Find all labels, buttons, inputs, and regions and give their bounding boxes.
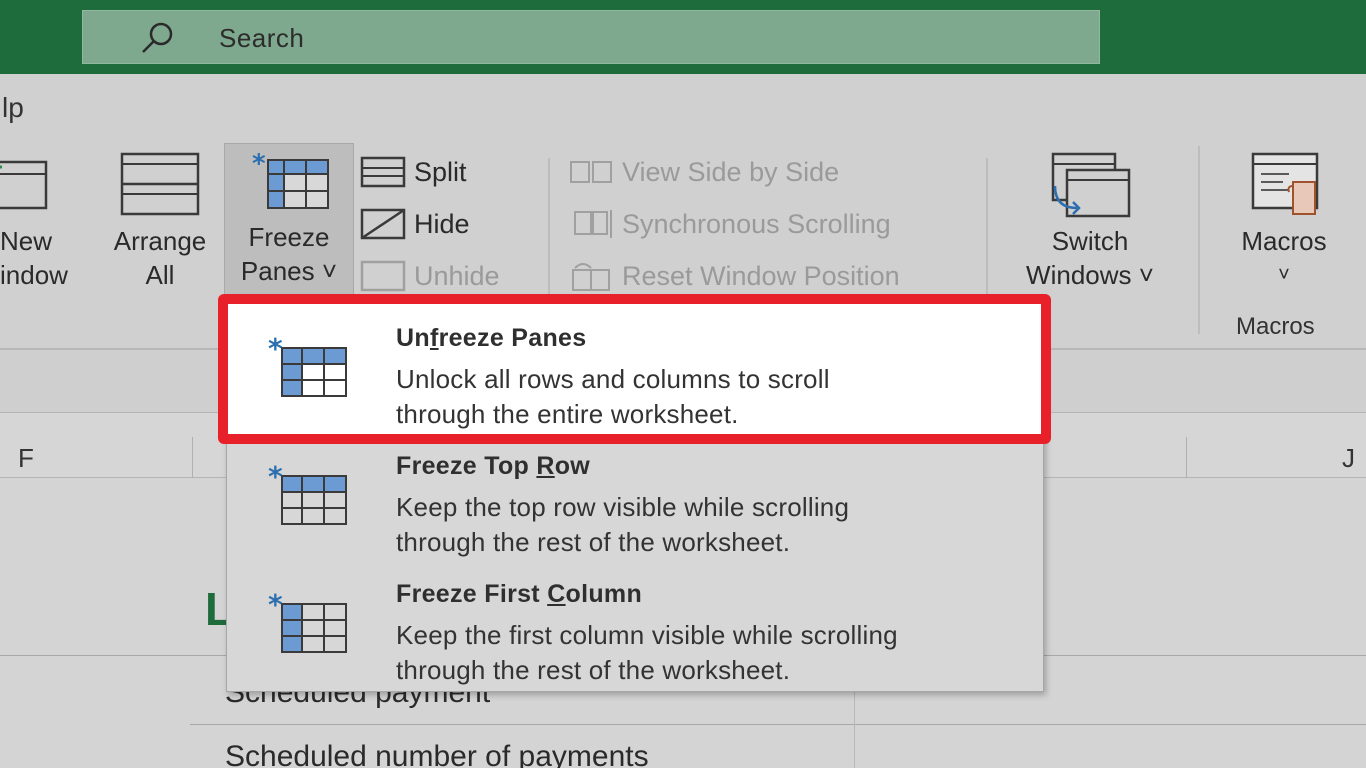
view-side-by-side-icon [568,156,614,188]
arrange-all-icon [120,152,200,216]
synchronous-scrolling-icon [568,208,614,240]
column-divider [192,437,193,479]
arrange-all-button[interactable]: Arrange All [100,152,220,292]
menu-item-description: Keep the top row visible while scrolling… [396,492,850,557]
column-header-f[interactable]: F [18,443,34,474]
switch-windows-label-1: Switch [1051,226,1129,256]
view-side-by-side-button[interactable]: View Side by Side [568,156,839,188]
switch-windows-icon [1051,152,1131,218]
freeze-panes-icon: * [252,150,329,209]
freeze-panes-label-1: Freeze [248,222,330,252]
svg-text:*: * [252,150,266,179]
search-icon [142,22,173,53]
freeze-top-row-icon: * [268,460,347,525]
macros-button[interactable]: Macros ˅ [1226,152,1342,292]
column-header-j[interactable]: J [1342,443,1355,474]
split-icon [360,156,406,188]
hide-icon [360,208,406,240]
freeze-panes-label-2: Panes ˅ [240,256,338,286]
arrange-all-label-1: Arrange [113,226,207,256]
search-placeholder: Search [219,23,305,53]
search-box[interactable]: Search [82,10,1100,64]
arrange-all-label-2: All [145,260,175,290]
hide-label: Hide [414,208,470,239]
svg-text:*: * [268,460,283,493]
macros-icon [1251,152,1319,215]
unfreeze-panes-icon: * [268,332,347,397]
hide-button[interactable]: Hide [360,208,470,240]
split-label: Split [414,156,467,187]
macros-group-label: Macros [1236,313,1315,340]
row-divider [190,724,1366,725]
switch-windows-label-2: Windows ˅ [1026,260,1154,290]
svg-text:*: * [268,588,283,621]
unhide-button[interactable]: Unhide [360,260,500,292]
menu-item-title: Freeze First Column [396,580,643,608]
tab-help[interactable]: lp [2,92,24,124]
new-window-label-2: indow [0,260,68,290]
view-side-by-side-label: View Side by Side [622,156,840,187]
synchronous-scrolling-button[interactable]: Synchronous Scrolling [568,208,891,240]
reset-window-position-button[interactable]: Reset Window Position [568,260,900,292]
column-divider [1186,437,1187,479]
freeze-panes-label-group[interactable]: * Freeze Panes ˅ [224,150,354,288]
menu-item-title: Freeze Top Row [396,452,591,480]
ribbon-separator [1198,146,1200,334]
menu-item-freeze-first-column[interactable]: * Freeze First Column Keep the first col… [226,556,1042,685]
menu-item-description: Unlock all rows and columns to scroll thr… [396,364,830,429]
synchronous-scrolling-label: Synchronous Scrolling [622,208,891,239]
switch-windows-button[interactable]: Switch Windows ˅ [1000,152,1180,292]
new-window-icon [0,160,48,210]
menu-item-freeze-top-row[interactable]: * Freeze Top Row Keep the top row visibl… [226,428,1042,557]
menu-item-description: Keep the first column visible while scro… [396,620,898,685]
title-bar: Search [0,0,1366,74]
menu-item-unfreeze-panes[interactable]: * Unfreeze Panes Unlock all rows and col… [226,300,1042,429]
cell-scheduled-number-of-payments[interactable]: Scheduled number of payments [225,740,649,768]
macros-dropdown-arrow: ˅ [1278,264,1290,286]
split-button[interactable]: Split [360,156,467,188]
new-window-button[interactable]: New indow [0,152,90,292]
unhide-icon [360,260,406,292]
unhide-label: Unhide [414,260,500,291]
svg-text:*: * [268,332,283,365]
macros-label: Macros [1241,226,1327,256]
ribbon-separator [986,158,988,294]
reset-window-position-label: Reset Window Position [622,260,900,291]
new-window-label-1: New [0,226,53,256]
ribbon-separator [548,158,550,294]
menu-item-title: Unfreeze Panes [396,324,587,352]
freeze-first-column-icon: * [268,588,347,653]
reset-window-position-icon [568,260,614,292]
ribbon-tab-row: lp [0,74,1366,140]
